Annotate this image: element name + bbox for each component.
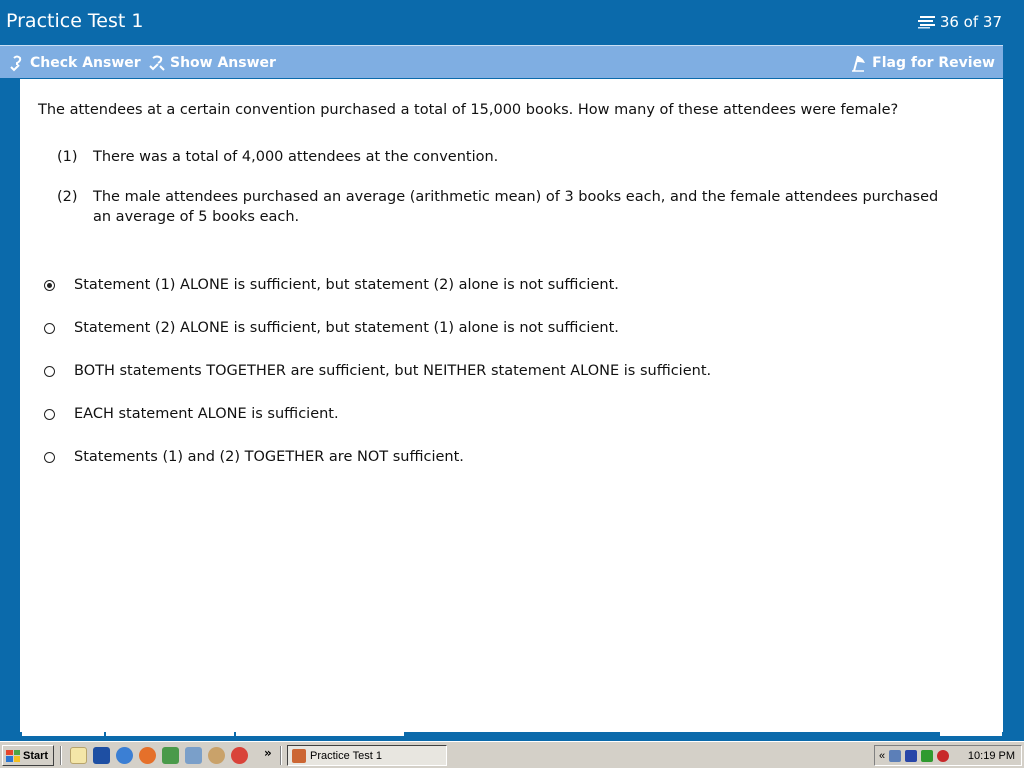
toolbar: Check Answer Show Answer Flag for Review <box>0 45 1003 78</box>
statement-number: (2) <box>57 189 78 205</box>
statement-2: (2) The male attendees purchased an aver… <box>57 187 957 227</box>
progress-text: 36 of 37 <box>939 13 1002 31</box>
show-answer-label: Show Answer <box>170 54 276 71</box>
start-button[interactable]: Start <box>2 745 54 766</box>
radio-button[interactable] <box>44 279 55 291</box>
check-answer-icon <box>10 55 22 71</box>
security-shield-icon[interactable] <box>937 749 950 762</box>
app-title: Practice Test 1 <box>6 10 144 32</box>
tray-expand-icon[interactable]: « <box>879 750 885 762</box>
answer-option-label: Statements (1) and (2) TOGETHER are NOT … <box>74 449 464 465</box>
bottom-strip <box>0 732 1024 741</box>
start-label: Start <box>23 749 49 762</box>
signal-icon[interactable] <box>921 749 934 762</box>
firefox-icon[interactable] <box>139 747 156 764</box>
paint-icon[interactable] <box>231 747 248 764</box>
answer-option-label: EACH statement ALONE is sufficient. <box>74 406 339 422</box>
answer-option-c[interactable]: BOTH statements TOGETHER are sufficient,… <box>44 360 711 382</box>
statement-1: (1) There was a total of 4,000 attendees… <box>57 147 957 167</box>
title-bar: Practice Test 1 36 of 37 <box>0 0 1024 44</box>
answer-option-a[interactable]: Statement (1) ALONE is sufficient, but s… <box>44 274 619 296</box>
question-stem: The attendees at a certain convention pu… <box>38 102 899 118</box>
flag-for-review-label: Flag for Review <box>872 54 995 71</box>
question-list-icon <box>917 15 936 29</box>
radio-button[interactable] <box>44 365 55 377</box>
radio-button[interactable] <box>44 408 55 420</box>
statement-text: There was a total of 4,000 attendees at … <box>93 149 499 165</box>
statement-number: (1) <box>57 149 78 165</box>
strip-segment <box>940 732 1002 736</box>
battery-icon[interactable] <box>905 749 918 762</box>
question-panel: The attendees at a certain convention pu… <box>20 79 1003 732</box>
strip-segment <box>22 732 104 736</box>
strip-segment <box>106 732 234 736</box>
statement-text: The male attendees purchased an average … <box>93 189 939 225</box>
show-answer-button[interactable]: Show Answer <box>148 46 276 79</box>
answer-option-b[interactable]: Statement (2) ALONE is sufficient, but s… <box>44 317 619 339</box>
clock[interactable]: 10:19 PM <box>968 750 1015 762</box>
answer-option-e[interactable]: Statements (1) and (2) TOGETHER are NOT … <box>44 446 464 468</box>
radio-button[interactable] <box>44 322 55 334</box>
word-icon[interactable] <box>93 747 110 764</box>
strip-segment <box>236 732 404 736</box>
question-progress: 36 of 37 <box>917 13 1002 31</box>
taskbar-divider <box>60 746 62 765</box>
answer-option-label: BOTH statements TOGETHER are sufficient,… <box>74 363 712 379</box>
flag-icon <box>852 55 866 72</box>
notepad-icon[interactable] <box>185 747 202 764</box>
check-answer-button[interactable]: Check Answer <box>8 46 141 79</box>
answer-option-label: Statement (1) ALONE is sufficient, but s… <box>74 277 619 293</box>
taskbar-window-button[interactable]: Practice Test 1 <box>287 745 447 766</box>
quicklaunch-overflow-icon[interactable]: » <box>264 746 272 760</box>
taskbar-window-label: Practice Test 1 <box>310 749 382 762</box>
answer-option-label: Statement (2) ALONE is sufficient, but s… <box>74 320 619 336</box>
media-player-icon[interactable] <box>162 747 179 764</box>
taskbar: Start » Practice Test 1 « 10:19 PM <box>0 741 1024 768</box>
taskbar-divider <box>280 746 282 765</box>
windows-logo-icon <box>6 749 20 762</box>
flag-for-review-button[interactable]: Flag for Review <box>850 46 995 79</box>
system-tray: « 10:19 PM <box>874 745 1022 766</box>
internet-explorer-icon[interactable] <box>116 747 133 764</box>
tools-icon[interactable] <box>208 747 225 764</box>
network-icon[interactable] <box>889 749 902 762</box>
answer-option-d[interactable]: EACH statement ALONE is sufficient. <box>44 403 339 425</box>
radio-button[interactable] <box>44 451 55 463</box>
show-desktop-icon[interactable] <box>70 747 87 764</box>
show-answer-icon <box>149 55 165 71</box>
check-answer-label: Check Answer <box>30 54 141 71</box>
java-icon <box>292 748 306 763</box>
